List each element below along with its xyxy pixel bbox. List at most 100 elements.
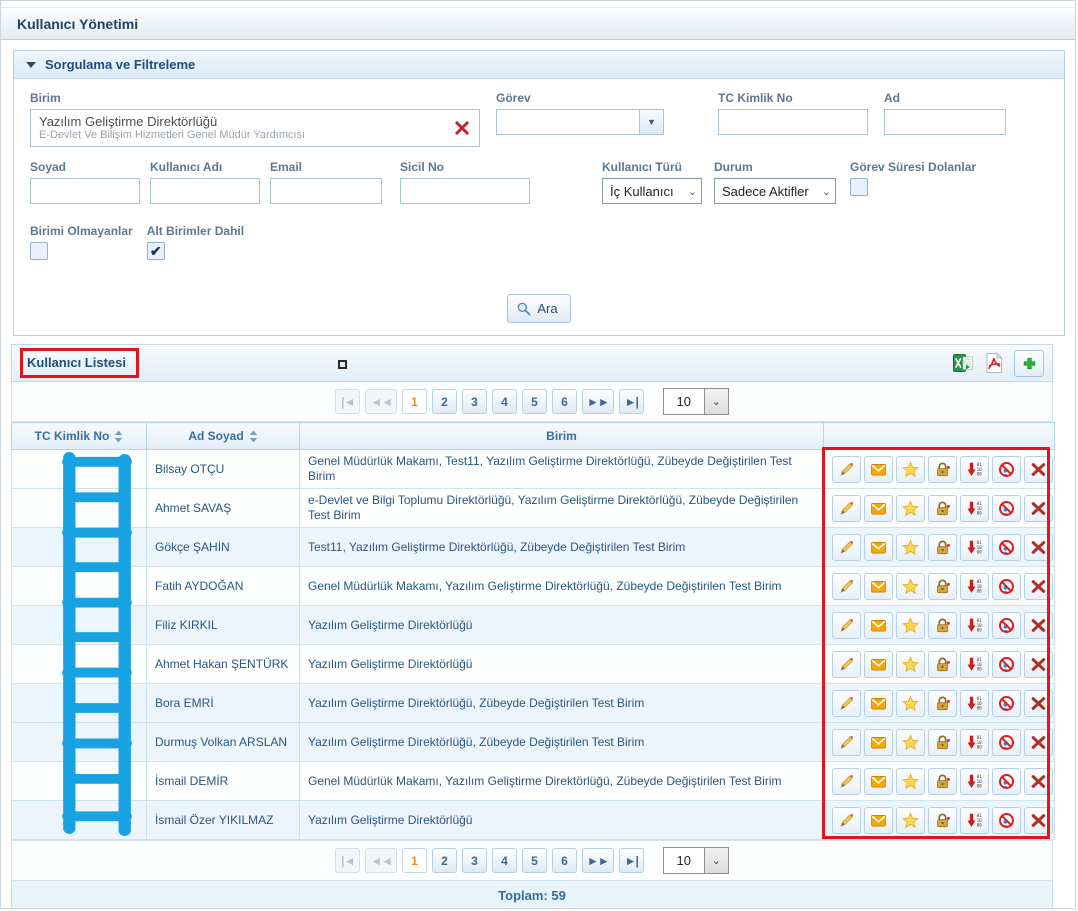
envelope-button[interactable] [864, 534, 893, 561]
add-user-button[interactable] [1014, 350, 1044, 377]
star-button[interactable] [896, 495, 925, 522]
block-user-button[interactable] [992, 651, 1021, 678]
lock-button[interactable] [928, 807, 957, 834]
block-user-button[interactable] [992, 729, 1021, 756]
block-user-button[interactable] [992, 573, 1021, 600]
page-button-6[interactable]: 6 [552, 389, 577, 414]
arrow-down-binary-button[interactable]: 011000 [960, 573, 989, 600]
filter-panel-header[interactable]: Sorgulama ve Filtreleme [14, 51, 1064, 79]
envelope-button[interactable] [864, 690, 893, 717]
envelope-button[interactable] [864, 807, 893, 834]
arrow-down-binary-button[interactable]: 011000 [960, 612, 989, 639]
block-user-button[interactable] [992, 807, 1021, 834]
sicil-no-input[interactable] [400, 178, 530, 204]
pencil-edit-button[interactable] [832, 651, 861, 678]
envelope-button[interactable] [864, 456, 893, 483]
arrow-down-binary-button[interactable]: 011000 [960, 651, 989, 678]
soyad-input[interactable] [30, 178, 140, 204]
star-button[interactable] [896, 729, 925, 756]
header-ad-soyad[interactable]: Ad Soyad [147, 423, 300, 450]
pencil-edit-button[interactable] [832, 573, 861, 600]
first-page-button[interactable]: |◄ [335, 389, 360, 414]
lock-button[interactable] [928, 768, 957, 795]
prev-page-button[interactable]: ◄◄ [365, 389, 397, 414]
page-button-5[interactable]: 5 [522, 389, 547, 414]
page-button-1[interactable]: 1 [402, 389, 427, 414]
arrow-down-binary-button[interactable]: 011000 [960, 495, 989, 522]
star-button[interactable] [896, 651, 925, 678]
lock-button[interactable] [928, 534, 957, 561]
block-user-button[interactable] [992, 534, 1021, 561]
pencil-edit-button[interactable] [832, 729, 861, 756]
alt-birimler-checkbox[interactable]: ✔ [147, 242, 165, 260]
envelope-button[interactable] [864, 573, 893, 600]
block-user-button[interactable] [992, 690, 1021, 717]
arrow-down-binary-button[interactable]: 011000 [960, 456, 989, 483]
header-tc-kimlik[interactable]: TC Kimlik No [12, 423, 147, 450]
page-button-4[interactable]: 4 [492, 389, 517, 414]
block-user-button[interactable] [992, 768, 1021, 795]
envelope-button[interactable] [864, 768, 893, 795]
delete-x-button[interactable] [1024, 768, 1053, 795]
envelope-button[interactable] [864, 651, 893, 678]
star-button[interactable] [896, 612, 925, 639]
gorev-dropdown[interactable]: ▼ [496, 109, 664, 135]
lock-button[interactable] [928, 456, 957, 483]
last-page-button[interactable]: ►| [619, 848, 644, 873]
lock-button[interactable] [928, 573, 957, 600]
page-button-4[interactable]: 4 [492, 848, 517, 873]
page-button-2[interactable]: 2 [432, 848, 457, 873]
arrow-down-binary-button[interactable]: 011000 [960, 807, 989, 834]
last-page-button[interactable]: ►| [619, 389, 644, 414]
page-button-6[interactable]: 6 [552, 848, 577, 873]
rows-per-page-select[interactable]: 10⌄ [663, 388, 729, 415]
ad-input[interactable] [884, 109, 1006, 135]
star-button[interactable] [896, 456, 925, 483]
arrow-down-binary-button[interactable]: 011000 [960, 534, 989, 561]
birimi-olmayanlar-checkbox[interactable] [30, 242, 48, 260]
pencil-edit-button[interactable] [832, 534, 861, 561]
delete-x-button[interactable] [1024, 690, 1053, 717]
gorev-suresi-checkbox[interactable] [850, 178, 868, 196]
star-button[interactable] [896, 768, 925, 795]
page-button-3[interactable]: 3 [462, 389, 487, 414]
delete-x-button[interactable] [1024, 651, 1053, 678]
tc-kimlik-input[interactable] [718, 109, 868, 135]
pdf-export-icon[interactable] [983, 352, 1005, 374]
rows-per-page-select[interactable]: 10⌄ [663, 847, 729, 874]
lock-button[interactable] [928, 651, 957, 678]
caret-down-icon[interactable]: ▼ [639, 110, 663, 134]
kullanici-turu-select[interactable]: İç Kullanıcı ⌄ [602, 178, 702, 204]
lock-button[interactable] [928, 612, 957, 639]
pencil-edit-button[interactable] [832, 690, 861, 717]
delete-x-button[interactable] [1024, 729, 1053, 756]
pencil-edit-button[interactable] [832, 612, 861, 639]
envelope-button[interactable] [864, 495, 893, 522]
block-user-button[interactable] [992, 612, 1021, 639]
arrow-down-binary-button[interactable]: 011000 [960, 729, 989, 756]
email-input[interactable] [270, 178, 382, 204]
search-button[interactable]: Ara [507, 294, 570, 323]
delete-x-button[interactable] [1024, 573, 1053, 600]
lock-button[interactable] [928, 495, 957, 522]
delete-x-button[interactable] [1024, 495, 1053, 522]
delete-x-button[interactable] [1024, 807, 1053, 834]
lock-button[interactable] [928, 690, 957, 717]
page-button-1[interactable]: 1 [402, 848, 427, 873]
star-button[interactable] [896, 690, 925, 717]
pencil-edit-button[interactable] [832, 768, 861, 795]
pencil-edit-button[interactable] [832, 456, 861, 483]
header-birim[interactable]: Birim [300, 423, 824, 450]
star-button[interactable] [896, 573, 925, 600]
first-page-button[interactable]: |◄ [335, 848, 360, 873]
arrow-down-binary-button[interactable]: 011000 [960, 768, 989, 795]
delete-x-button[interactable] [1024, 612, 1053, 639]
next-page-button[interactable]: ►► [582, 848, 614, 873]
red-x-clear-icon[interactable] [453, 119, 471, 137]
lock-button[interactable] [928, 729, 957, 756]
star-button[interactable] [896, 534, 925, 561]
block-user-button[interactable] [992, 495, 1021, 522]
kullanici-adi-input[interactable] [150, 178, 260, 204]
block-user-button[interactable] [992, 456, 1021, 483]
page-button-5[interactable]: 5 [522, 848, 547, 873]
